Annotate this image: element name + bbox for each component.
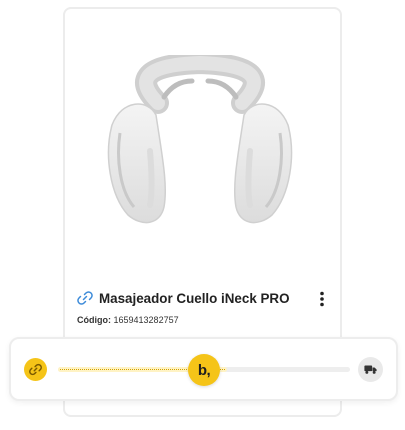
tracker-thumb[interactable]: b, <box>188 354 220 386</box>
product-code-label: Código: <box>77 315 111 325</box>
tracker-end-badge[interactable] <box>358 357 383 382</box>
neck-massager-image <box>107 55 293 224</box>
truck-icon <box>364 365 377 374</box>
product-title-row[interactable]: Masajeador Cuello iNeck PRO <box>77 289 337 307</box>
tracker-start-badge[interactable] <box>24 358 47 381</box>
product-code: Código: 1659413282757 <box>77 315 179 325</box>
link-icon <box>29 363 42 376</box>
product-code-value: 1659413282757 <box>113 315 179 325</box>
link-icon[interactable] <box>77 290 93 306</box>
tracker-thumb-logo: b, <box>197 361 211 379</box>
kebab-menu-icon[interactable] <box>318 291 326 307</box>
product-title: Masajeador Cuello iNeck PRO <box>99 290 290 306</box>
